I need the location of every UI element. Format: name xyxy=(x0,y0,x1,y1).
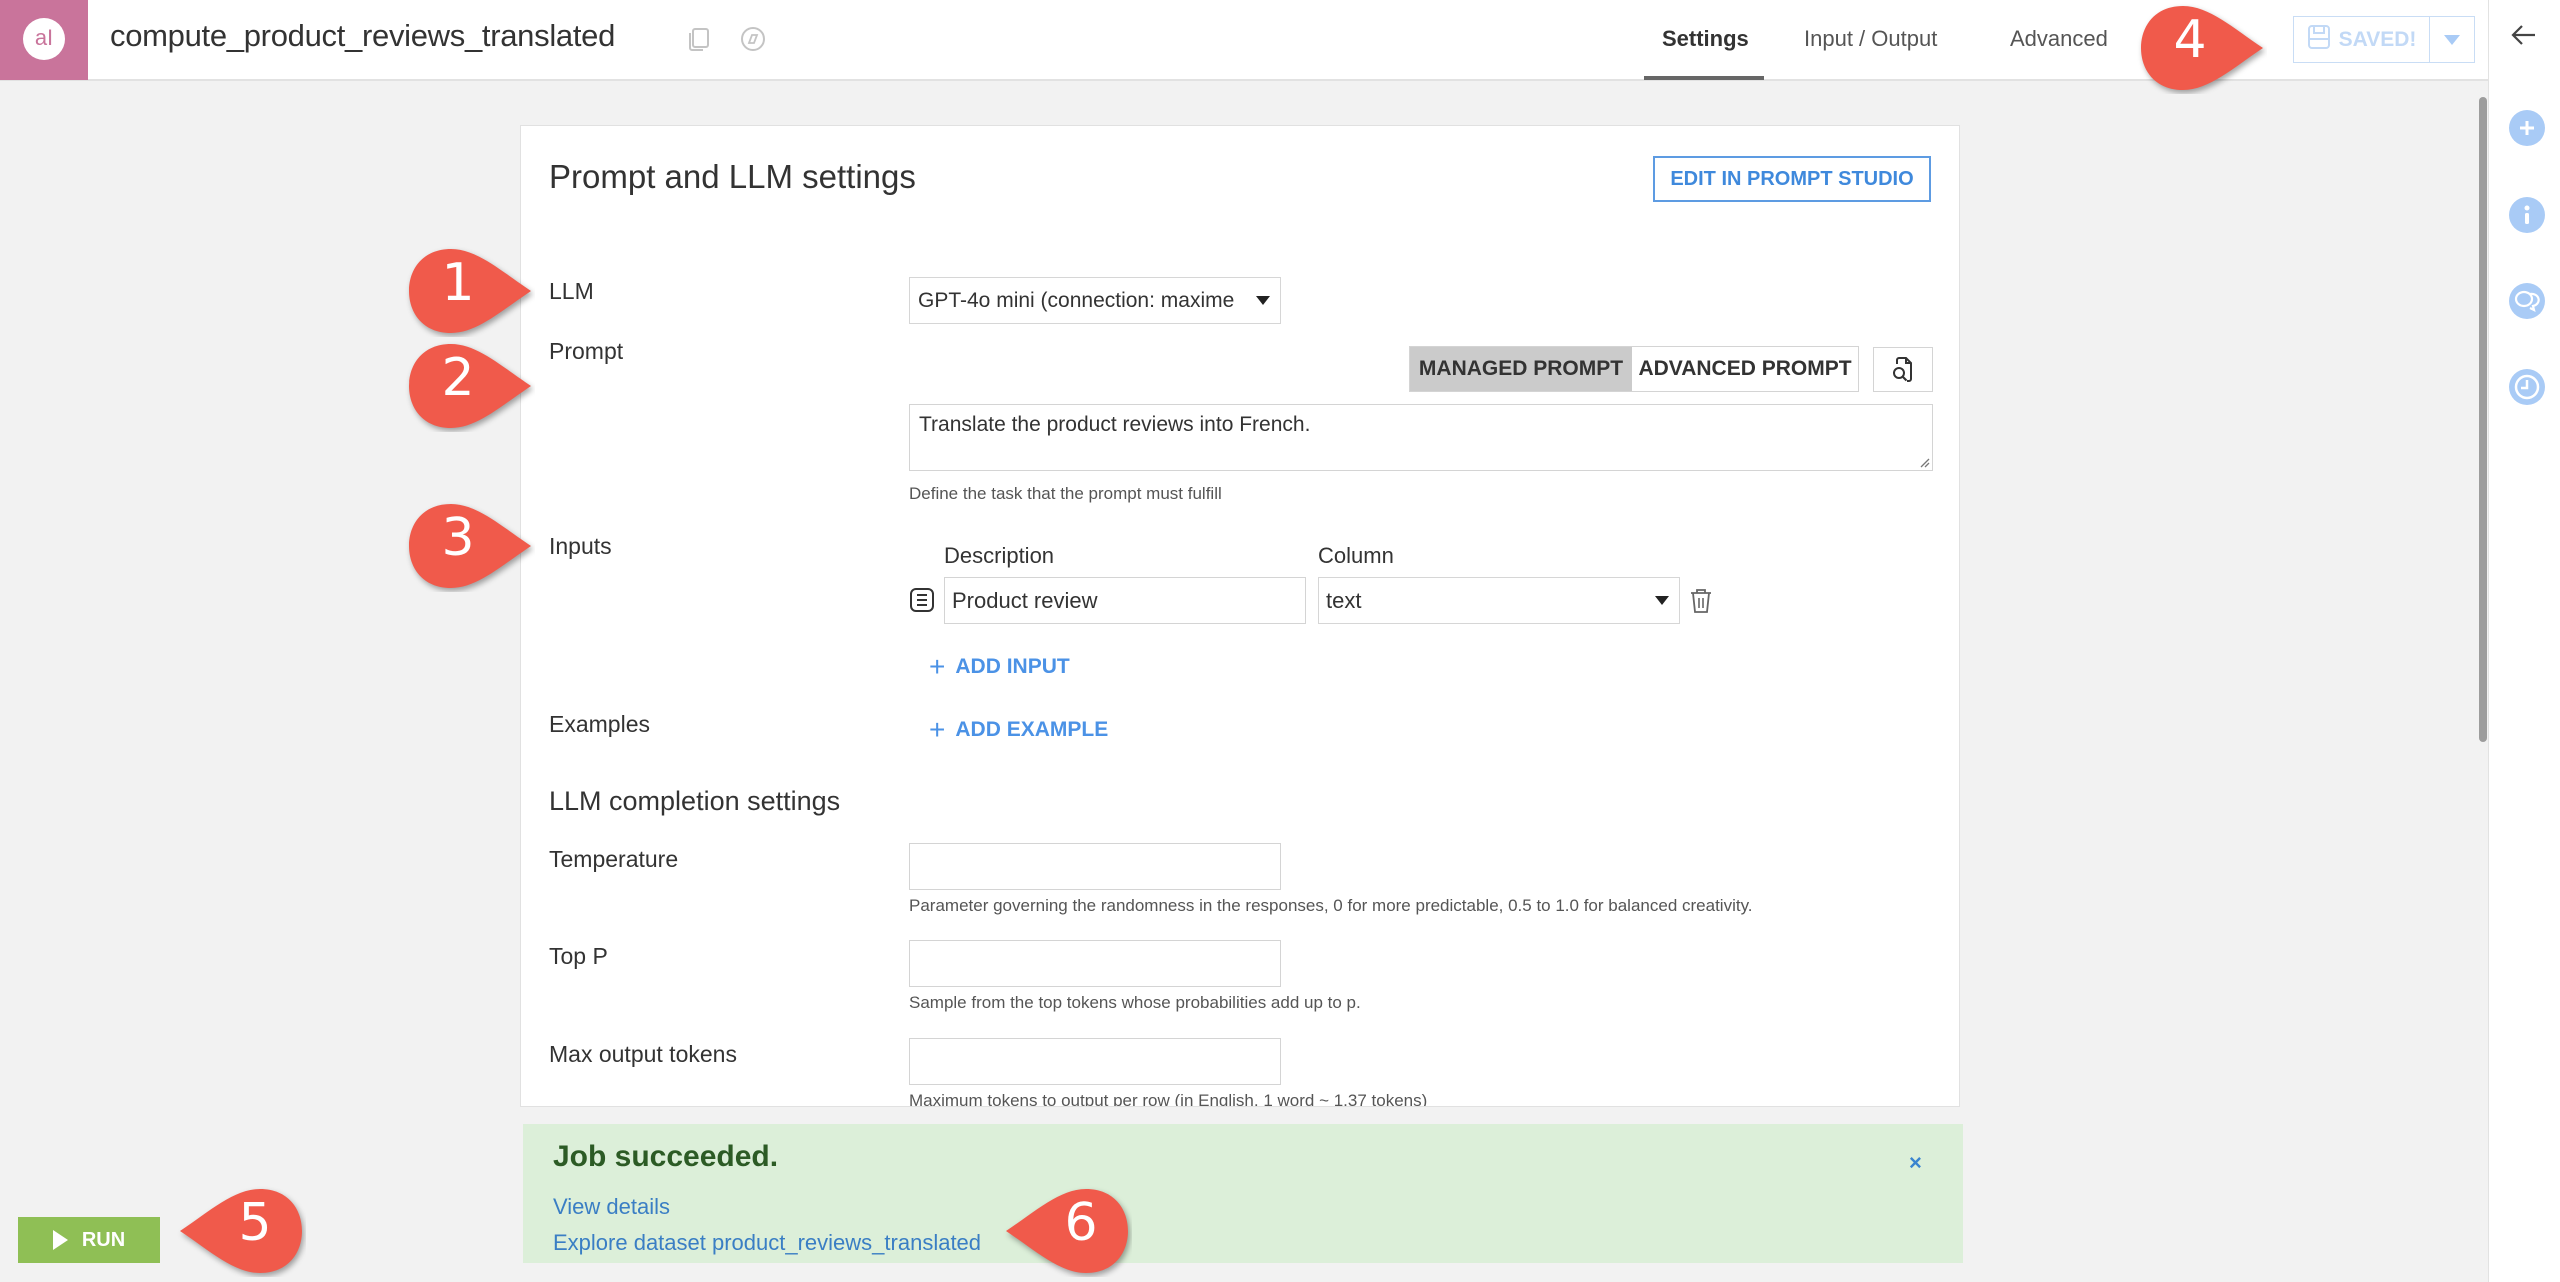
max-output-tokens-help-text: Maximum tokens to output per row (in Eng… xyxy=(909,1091,1428,1107)
prompt-preview-button[interactable] xyxy=(1873,347,1933,392)
temperature-label: Temperature xyxy=(549,846,679,872)
add-example-button[interactable]: + ADD EXAMPLE xyxy=(929,716,1108,744)
column-column-header: Column xyxy=(1318,543,1394,568)
add-example-label: ADD EXAMPLE xyxy=(955,718,1109,741)
run-button[interactable]: RUN xyxy=(18,1217,160,1263)
save-button-group: SAVED! xyxy=(2293,16,2475,63)
managed-prompt-button[interactable]: MANAGED PROMPT xyxy=(1410,347,1632,391)
description-column-header: Description xyxy=(944,543,1055,568)
annotation-marker-1: 1 xyxy=(405,245,535,337)
job-status-title: Job succeeded. xyxy=(553,1140,779,1173)
top-p-help-text: Sample from the top tokens whose probabi… xyxy=(909,993,1361,1012)
input-column-value: text xyxy=(1326,587,1362,613)
temperature-help-text: Parameter governing the randomness in th… xyxy=(909,896,1753,915)
prompt-mode-toggle: MANAGED PROMPT ADVANCED PROMPT xyxy=(1409,346,1859,392)
compass-icon[interactable] xyxy=(740,26,766,52)
view-details-link[interactable]: View details xyxy=(553,1194,670,1220)
card-title: Prompt and LLM settings xyxy=(549,158,916,195)
app-logo[interactable]: aI xyxy=(0,0,88,80)
caret-down-icon xyxy=(2444,34,2460,45)
plus-icon: + xyxy=(929,714,946,745)
plus-icon: + xyxy=(929,651,946,682)
top-p-input[interactable] xyxy=(909,940,1281,987)
tab-settings[interactable]: Settings xyxy=(1662,26,1749,52)
prompt-label: Prompt xyxy=(549,338,624,364)
input-description-value: Product review xyxy=(952,587,1098,613)
save-button[interactable]: SAVED! xyxy=(2294,17,2430,62)
llm-label: LLM xyxy=(549,278,594,304)
explore-dataset-link[interactable]: Explore dataset product_reviews_translat… xyxy=(553,1230,981,1256)
llm-value: GPT-4o mini (connection: maxime xyxy=(918,288,1235,312)
discussions-icon[interactable] xyxy=(2509,283,2545,319)
right-sidebar xyxy=(2488,0,2560,1282)
max-output-tokens-input[interactable] xyxy=(909,1038,1281,1085)
llm-completion-settings-title: LLM completion settings xyxy=(549,786,841,816)
save-dropdown-toggle[interactable] xyxy=(2430,17,2474,62)
prompt-textarea[interactable]: Translate the product reviews into Frenc… xyxy=(909,404,1933,471)
annotation-marker-5: 5 xyxy=(176,1185,306,1277)
history-clock-icon[interactable] xyxy=(2509,369,2545,405)
add-input-button[interactable]: + ADD INPUT xyxy=(929,653,1070,681)
close-icon[interactable]: × xyxy=(1909,1150,1922,1176)
trash-icon[interactable] xyxy=(1689,587,1713,620)
prompt-help-text: Define the task that the prompt must ful… xyxy=(909,484,1222,503)
save-label: SAVED! xyxy=(2338,27,2417,51)
max-output-tokens-label: Max output tokens xyxy=(549,1041,737,1067)
edit-in-prompt-studio-button[interactable]: EDIT IN PROMPT STUDIO xyxy=(1653,156,1931,202)
input-column-select[interactable]: text xyxy=(1318,577,1680,624)
arrow-left-icon[interactable] xyxy=(2511,22,2537,52)
prompt-settings-card: Prompt and LLM settings EDIT IN PROMPT S… xyxy=(520,125,1960,1107)
run-label: RUN xyxy=(81,1228,126,1251)
document-search-icon xyxy=(1893,356,1912,382)
inputs-label: Inputs xyxy=(549,533,612,559)
annotation-marker-3: 3 xyxy=(405,500,535,592)
floppy-disk-icon xyxy=(2307,24,2331,56)
caret-down-icon xyxy=(1256,296,1270,305)
top-p-label: Top P xyxy=(549,943,608,969)
job-status-notification: Job succeeded. View details Explore data… xyxy=(523,1124,1963,1263)
prompt-text: Translate the product reviews into Frenc… xyxy=(919,413,1311,436)
temperature-input[interactable] xyxy=(909,843,1281,890)
tab-input-output[interactable]: Input / Output xyxy=(1804,26,1937,52)
annotation-marker-6: 6 xyxy=(1002,1185,1132,1277)
info-icon[interactable] xyxy=(2509,197,2545,233)
examples-label: Examples xyxy=(549,711,650,737)
tab-advanced[interactable]: Advanced xyxy=(2010,26,2108,52)
add-input-label: ADD INPUT xyxy=(955,655,1070,678)
play-icon xyxy=(52,1230,68,1250)
plus-icon[interactable] xyxy=(2509,110,2545,146)
main-scrollbar[interactable] xyxy=(2479,97,2487,742)
resize-handle-icon xyxy=(1920,458,1930,468)
caret-down-icon xyxy=(1655,596,1669,605)
input-description-field[interactable]: Product review xyxy=(944,577,1306,624)
annotation-marker-4: 4 xyxy=(2137,2,2267,94)
copy-icon[interactable] xyxy=(686,26,712,52)
top-header: aI compute_product_reviews_translated Se… xyxy=(0,0,2488,81)
annotation-marker-2: 2 xyxy=(405,340,535,432)
advanced-prompt-button[interactable]: ADVANCED PROMPT xyxy=(1632,347,1858,391)
active-tab-indicator xyxy=(1644,76,1764,80)
recipe-title[interactable]: compute_product_reviews_translated xyxy=(110,18,615,54)
llm-recipe-icon: aI xyxy=(23,18,65,60)
llm-select[interactable]: GPT-4o mini (connection: maxime xyxy=(909,277,1281,324)
input-drag-icon[interactable] xyxy=(909,587,935,618)
